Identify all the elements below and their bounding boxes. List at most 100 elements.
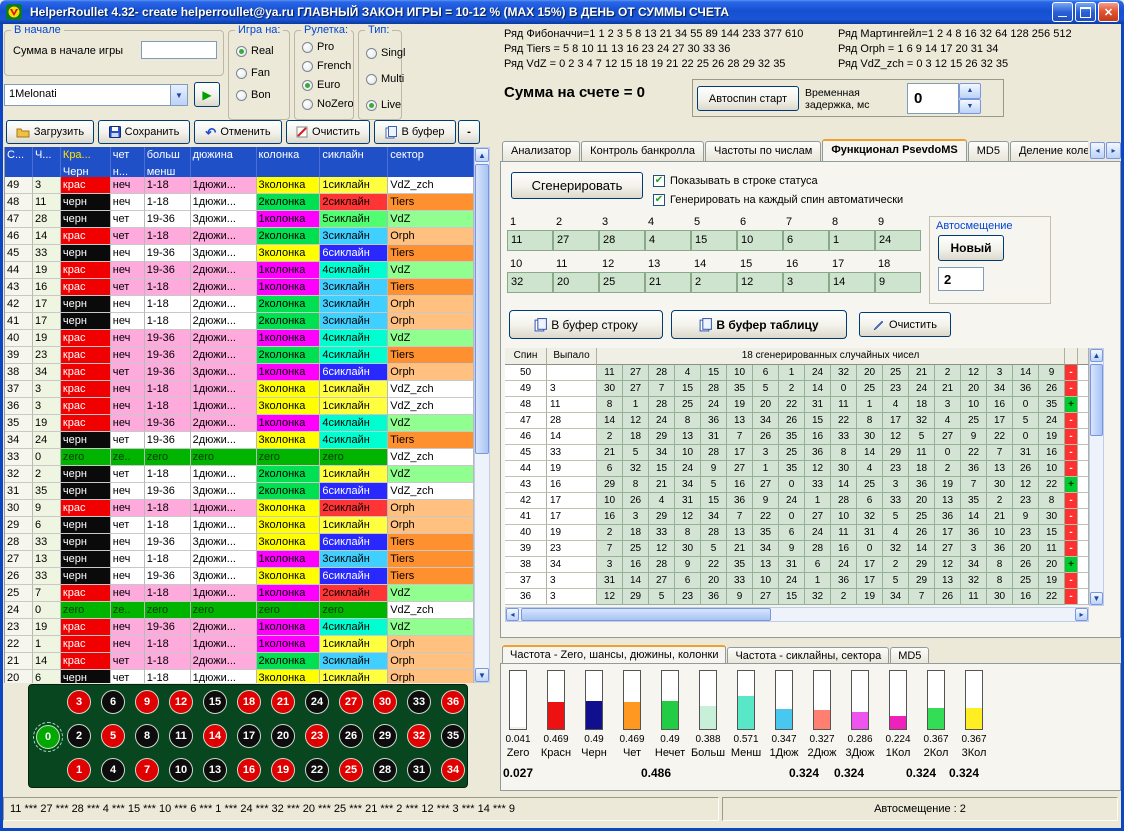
checkbox-show-in-status[interactable]: Показывать в строке статуса: [653, 175, 818, 187]
delay-value[interactable]: 0: [907, 83, 959, 114]
tab-частоты-по-числам[interactable]: Частоты по числам: [705, 141, 821, 161]
checkbox-generate-each-spin[interactable]: Генерировать на каждый спин автоматическ…: [653, 194, 903, 206]
tab-scroll-left-icon[interactable]: ◂: [1090, 142, 1105, 159]
minimize-button[interactable]: [1052, 2, 1073, 22]
scroll-right-icon[interactable]: ▸: [1075, 608, 1088, 621]
new-button[interactable]: Новый: [938, 235, 1004, 261]
board-number[interactable]: 34: [441, 758, 465, 782]
radio-type-live[interactable]: Live: [366, 99, 401, 111]
board-number[interactable]: 14: [203, 724, 227, 748]
clear-generated-button[interactable]: Очистить: [859, 312, 951, 337]
generated-table-vscrollbar[interactable]: ▲ ▼: [1089, 348, 1104, 606]
tab-scroll-right-icon[interactable]: ▸: [1106, 142, 1121, 159]
freq-tab-частота-zero-шансы-дюжины-колонки[interactable]: Частота - Zero, шансы, дюжины, колонки: [502, 645, 726, 664]
board-number[interactable]: 22: [305, 758, 329, 782]
board-number[interactable]: 8: [135, 724, 159, 748]
profile-combobox[interactable]: 1Melonati: [4, 84, 188, 106]
radio-game-real[interactable]: Real: [236, 45, 274, 57]
history-scrollbar[interactable]: ▲ ▼: [474, 147, 490, 683]
board-number[interactable]: 36: [441, 690, 465, 714]
history-scrollbar-thumb[interactable]: [475, 164, 489, 454]
generated-table-cell: 41: [505, 509, 547, 525]
board-number[interactable]: 12: [169, 690, 193, 714]
radio-type-multi[interactable]: Multi: [366, 73, 404, 85]
board-number[interactable]: 35: [441, 724, 465, 748]
board-number[interactable]: 9: [135, 690, 159, 714]
autoshift-input[interactable]: [938, 267, 984, 291]
scroll-up-icon[interactable]: ▲: [1090, 349, 1103, 362]
board-number[interactable]: 26: [339, 724, 363, 748]
radio-type-singl[interactable]: Singl: [366, 47, 405, 59]
copy-to-buffer-button[interactable]: В буфер: [374, 120, 456, 144]
delay-spinner[interactable]: 0 ▲ ▼: [907, 83, 983, 114]
board-number[interactable]: 19: [271, 758, 295, 782]
board-number[interactable]: 17: [237, 724, 261, 748]
clear-button[interactable]: Очистить: [286, 120, 370, 144]
board-number[interactable]: 28: [373, 758, 397, 782]
board-number[interactable]: 21: [271, 690, 295, 714]
scroll-down-icon[interactable]: ▼: [475, 668, 489, 682]
hscrollbar-thumb[interactable]: [521, 608, 771, 621]
autospin-button[interactable]: Автоспин старт: [697, 86, 799, 111]
close-button[interactable]: [1098, 2, 1119, 22]
undo-button[interactable]: ↶ Отменить: [194, 120, 282, 144]
play-button[interactable]: [194, 82, 220, 107]
spinner-down-icon[interactable]: ▼: [959, 99, 981, 115]
board-number[interactable]: 7: [135, 758, 159, 782]
generate-button[interactable]: Сгенерировать: [511, 172, 643, 199]
board-number[interactable]: 25: [339, 758, 363, 782]
scroll-down-icon[interactable]: ▼: [1090, 592, 1103, 605]
board-number[interactable]: 6: [101, 690, 125, 714]
tab-контроль-банкролла[interactable]: Контроль банкролла: [581, 141, 704, 161]
board-number-zero[interactable]: 0: [36, 725, 60, 749]
board-number[interactable]: 3: [67, 690, 91, 714]
tab-md5[interactable]: MD5: [968, 141, 1009, 161]
radio-game-fan[interactable]: Fan: [236, 67, 270, 79]
radio-roulette-euro[interactable]: Euro: [302, 79, 340, 91]
generated-number-cell: 0: [779, 477, 805, 493]
copy-table-button[interactable]: В буфер таблицу: [671, 310, 847, 339]
board-number[interactable]: 29: [373, 724, 397, 748]
chevron-down-icon[interactable]: [170, 85, 187, 105]
board-number[interactable]: 16: [237, 758, 261, 782]
collapse-button[interactable]: -: [458, 120, 480, 144]
board-number[interactable]: 23: [305, 724, 329, 748]
radio-roulette-french[interactable]: French: [302, 60, 351, 72]
copy-row-button[interactable]: В буфер строку: [509, 310, 663, 339]
board-number[interactable]: 18: [237, 690, 261, 714]
board-number[interactable]: 32: [407, 724, 431, 748]
maximize-button[interactable]: [1075, 2, 1096, 22]
tab-деление-колеса-на[interactable]: Деление колеса на: [1010, 141, 1088, 161]
history-cell: 1-18: [145, 551, 191, 568]
radio-roulette-pro[interactable]: Pro: [302, 41, 334, 53]
generated-table-hscrollbar[interactable]: ◂ ▸: [505, 607, 1089, 622]
board-number[interactable]: 15: [203, 690, 227, 714]
spinner-up-icon[interactable]: ▲: [959, 83, 981, 99]
board-number[interactable]: 5: [101, 724, 125, 748]
freq-tab-частота-сиклайны-сектора[interactable]: Частота - сиклайны, сектора: [727, 647, 889, 664]
board-number[interactable]: 10: [169, 758, 193, 782]
start-sum-input[interactable]: [141, 41, 217, 59]
scroll-left-icon[interactable]: ◂: [506, 608, 519, 621]
radio-game-bon[interactable]: Bon: [236, 89, 271, 101]
scroll-up-icon[interactable]: ▲: [475, 148, 489, 162]
generated-number-cell: 6: [857, 493, 883, 509]
vscrollbar-thumb[interactable]: [1090, 364, 1103, 436]
tab-анализатор[interactable]: Анализатор: [502, 141, 580, 161]
board-number[interactable]: 11: [169, 724, 193, 748]
board-number[interactable]: 20: [271, 724, 295, 748]
board-number[interactable]: 31: [407, 758, 431, 782]
tab-функционал-psevdoms[interactable]: Функционал PsevdoMS: [822, 139, 966, 161]
load-button[interactable]: Загрузить: [6, 120, 94, 144]
board-number[interactable]: 27: [339, 690, 363, 714]
board-number[interactable]: 4: [101, 758, 125, 782]
board-number[interactable]: 24: [305, 690, 329, 714]
board-number[interactable]: 13: [203, 758, 227, 782]
board-number[interactable]: 33: [407, 690, 431, 714]
board-number[interactable]: 1: [67, 758, 91, 782]
board-number[interactable]: 2: [67, 724, 91, 748]
freq-tab-md5[interactable]: MD5: [890, 647, 929, 664]
save-button[interactable]: Сохранить: [98, 120, 190, 144]
board-number[interactable]: 30: [373, 690, 397, 714]
radio-roulette-nozero[interactable]: NoZero: [302, 98, 354, 110]
